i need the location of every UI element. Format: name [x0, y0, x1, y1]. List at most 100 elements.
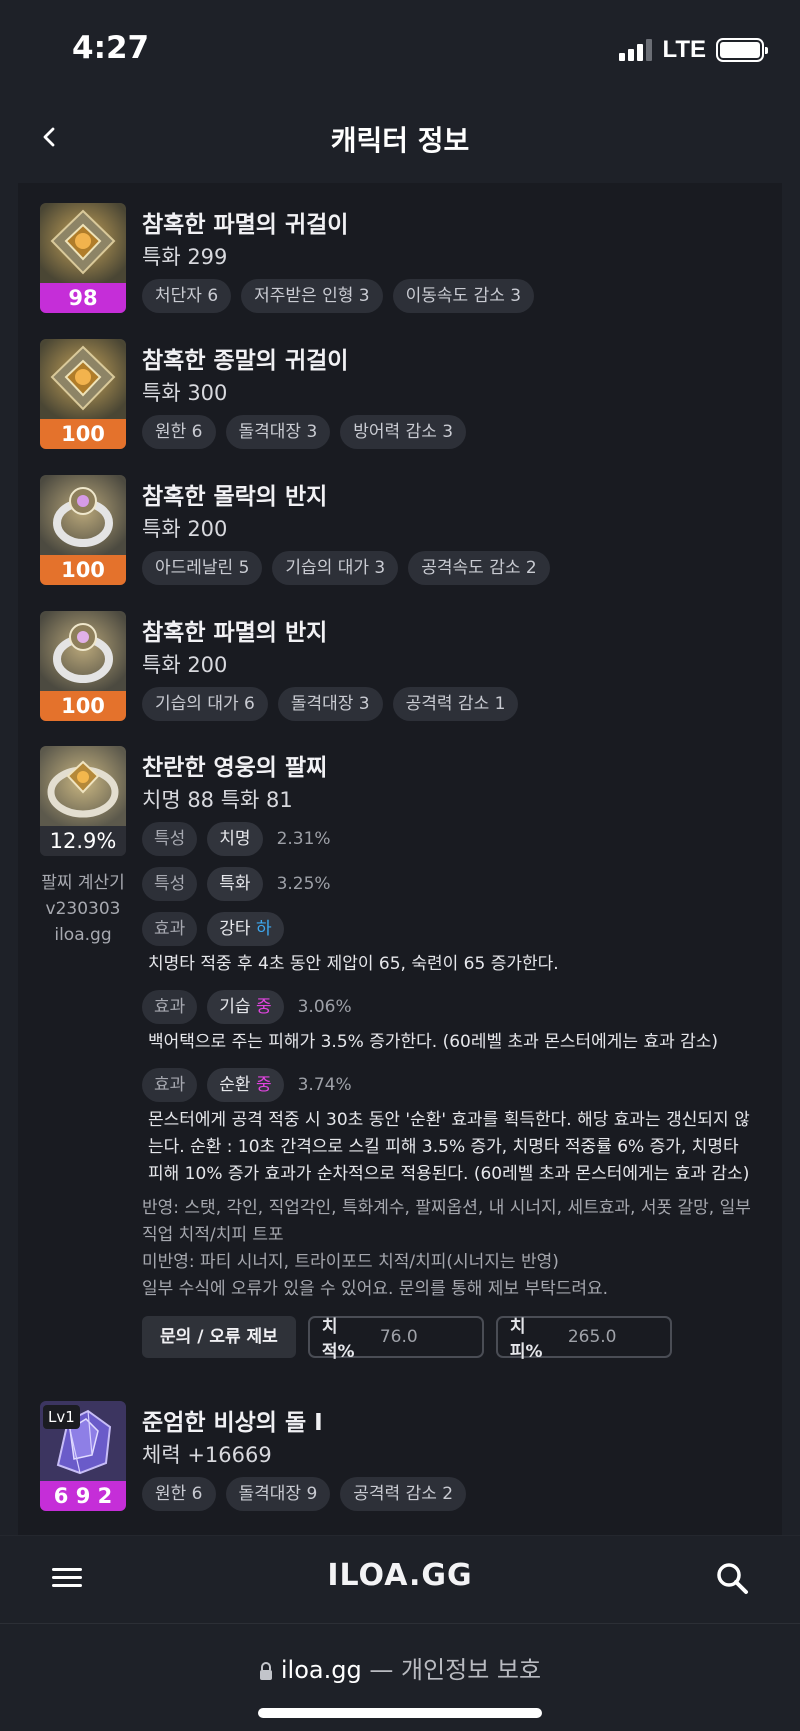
accessory-thumbnail: 98 — [40, 203, 126, 313]
bracelet-stat: 치명 88 특화 81 — [142, 788, 293, 812]
engraving-tag: 공격력 감소 2 — [340, 1477, 467, 1511]
engraving-tag: 원한 6 — [142, 415, 216, 449]
status-indicators: LTE — [619, 36, 768, 64]
accessory-item[interactable]: 100 참혹한 파멸의 반지 특화 200 기습의 대가 6 돌격대장 3 공격… — [40, 611, 770, 721]
accessory-stat: 특화 200 — [142, 517, 228, 541]
bracelet-option-row: 효과 기습 중 3.06% — [142, 990, 352, 1024]
accessory-thumbnail: 100 — [40, 475, 126, 585]
engraving-tag: 처단자 6 — [142, 279, 232, 313]
engraving-tags: 기습의 대가 6 돌격대장 3 공격력 감소 1 — [142, 687, 519, 721]
option-label: 기습 중 — [207, 990, 284, 1024]
engraving-tag: 기습의 대가 3 — [272, 551, 399, 585]
page-header: 캐릭터 정보 — [0, 95, 800, 183]
engraving-tag: 공격속도 감소 2 — [408, 551, 550, 585]
engraving-tags: 원한 6 돌격대장 3 방어력 감소 3 — [142, 415, 467, 449]
engraving-tag: 이동속도 감소 3 — [392, 279, 535, 313]
bracelet-option-row: 특성 치명 2.31% — [142, 822, 331, 856]
site-logo[interactable]: ILOA.GG — [0, 1558, 800, 1593]
calc-note-unreflected: 미반영: 파티 시너지, 트라이포드 치적/치피(시너지는 반영) — [142, 1252, 559, 1272]
accessory-name: 참혹한 종말의 귀걸이 — [142, 348, 349, 374]
grade-label: 중 — [255, 997, 272, 1017]
option-kind: 특성 — [142, 822, 198, 856]
engraving-tag: 방어력 감소 3 — [340, 415, 467, 449]
option-label: 특화 — [207, 867, 263, 901]
option-kind: 특성 — [142, 867, 198, 901]
url-text[interactable]: iloa.gg — 개인정보 보호 — [0, 1650, 800, 1685]
ring-image — [40, 611, 126, 691]
stone-name: 준엄한 비상의 돌 I — [142, 1410, 323, 1436]
effect-description: 치명타 적중 후 4초 동안 제압이 65, 숙련이 65 증가한다. — [148, 954, 559, 974]
calc-note-reflected: 반영: 스탯, 각인, 직업각인, 특화계수, 팔찌옵션, 내 시너지, 세트효… — [142, 1198, 751, 1245]
quality-badge: 100 — [40, 419, 126, 449]
effect-description: 몬스터에게 공격 적중 시 30초 동안 '순환' 효과를 획득한다. 해당 효… — [148, 1110, 750, 1184]
accessory-item[interactable]: 100 참혹한 몰락의 반지 특화 200 아드레날린 5 기습의 대가 3 공… — [40, 475, 770, 585]
url-domain: iloa.gg — [280, 1656, 362, 1684]
calc-note-error: 일부 수식에 오류가 있을 수 있어요. 문의를 통해 제보 부탁드려요. — [142, 1279, 609, 1299]
crit-rate-label: 치적% — [321, 1317, 355, 1362]
calc-controls: 문의 / 오류 제보 치적% 치피% — [142, 1316, 672, 1362]
option-label: 치명 — [207, 822, 263, 856]
crit-damage-input[interactable] — [567, 1327, 658, 1347]
accessory-name: 참혹한 파멸의 귀걸이 — [142, 212, 349, 238]
home-indicator — [258, 1708, 542, 1718]
bracelet-thumbnail: 12.9% — [40, 746, 126, 856]
engraving-tag: 기습의 대가 6 — [142, 687, 268, 721]
option-kind: 효과 — [142, 912, 198, 946]
crit-rate-field[interactable]: 치적% — [307, 1316, 484, 1362]
equipment-panel: 98 참혹한 파멸의 귀걸이 특화 299 처단자 6 저주받은 인형 3 이동… — [18, 183, 782, 1535]
accessory-name: 참혹한 파멸의 반지 — [142, 620, 328, 646]
signal-icon — [619, 39, 653, 61]
search-icon[interactable] — [714, 1560, 750, 1596]
engraving-tag: 돌격대장 3 — [277, 687, 383, 721]
report-error-button[interactable]: 문의 / 오류 제보 — [142, 1316, 296, 1358]
bottom-nav: ILOA.GG — [0, 1535, 800, 1623]
bracelet-option-row: 효과 강타 하 — [142, 912, 284, 946]
accessory-thumbnail: 100 — [40, 339, 126, 449]
engraving-tags: 처단자 6 저주받은 인형 3 이동속도 감소 3 — [142, 279, 535, 313]
engraving-tags: 아드레날린 5 기습의 대가 3 공격속도 감소 2 — [142, 551, 550, 585]
accessory-stat: 특화 200 — [142, 653, 228, 677]
browser-url-bar[interactable]: iloa.gg — 개인정보 보호 — [0, 1623, 800, 1731]
engraving-tags: 원한 6 돌격대장 9 공격력 감소 2 — [142, 1477, 467, 1511]
option-value: 3.25% — [276, 874, 331, 894]
network-type: LTE — [662, 36, 706, 63]
option-kind: 효과 — [142, 990, 198, 1024]
crit-damage-field[interactable]: 치피% — [495, 1316, 672, 1362]
stone-stat: 체력 +16669 — [142, 1443, 272, 1467]
earring-image — [40, 203, 126, 283]
ability-stone-item[interactable]: Lv1 6 9 2 준엄한 비상의 돌 I 체력 +16669 원한 6 돌격대… — [40, 1401, 770, 1511]
url-privacy-label: — 개인정보 보호 — [361, 1656, 542, 1684]
accessory-item[interactable]: 100 참혹한 종말의 귀걸이 특화 300 원한 6 돌격대장 3 방어력 감… — [40, 339, 770, 449]
engraving-tag: 돌격대장 3 — [225, 415, 331, 449]
crit-damage-label: 치피% — [509, 1317, 543, 1362]
option-value: 3.74% — [297, 1075, 352, 1095]
ring-image — [40, 475, 126, 555]
grade-label: 중 — [255, 1075, 272, 1095]
crit-rate-input[interactable] — [379, 1327, 470, 1347]
stone-quality-badge: 6 9 2 — [40, 1481, 126, 1511]
accessory-item[interactable]: 98 참혹한 파멸의 귀걸이 특화 299 처단자 6 저주받은 인형 3 이동… — [40, 203, 770, 313]
option-value: 2.31% — [276, 829, 331, 849]
bracelet-name: 찬란한 영웅의 팔찌 — [142, 755, 328, 781]
accessory-thumbnail: 100 — [40, 611, 126, 721]
engraving-tag: 아드레날린 5 — [142, 551, 263, 585]
bracelet-image — [40, 746, 126, 826]
quality-badge: 98 — [40, 283, 126, 313]
accessory-stat: 특화 300 — [142, 381, 228, 405]
accessory-name: 참혹한 몰락의 반지 — [142, 484, 328, 510]
effect-description: 백어택으로 주는 피해가 3.5% 증가한다. (60레벨 초과 몬스터에게는 … — [148, 1032, 719, 1052]
quality-badge: 12.9% — [40, 826, 126, 856]
stone-level-badge: Lv1 — [43, 1405, 80, 1429]
earring-image — [40, 339, 126, 419]
bracelet-calculator-label: 팔찌 계산기 v230303 iloa.gg — [41, 873, 125, 945]
battery-icon — [716, 38, 768, 62]
quality-badge: 100 — [40, 555, 126, 585]
engraving-tag: 공격력 감소 1 — [392, 687, 519, 721]
accessory-stat: 특화 299 — [142, 245, 228, 269]
bracelet-option-row: 효과 순환 중 3.74% — [142, 1068, 352, 1102]
quality-badge: 100 — [40, 691, 126, 721]
status-time: 4:27 — [72, 30, 150, 66]
option-label: 강타 하 — [207, 912, 284, 946]
engraving-tag: 저주받은 인형 3 — [241, 279, 383, 313]
engraving-tag: 돌격대장 9 — [225, 1477, 331, 1511]
